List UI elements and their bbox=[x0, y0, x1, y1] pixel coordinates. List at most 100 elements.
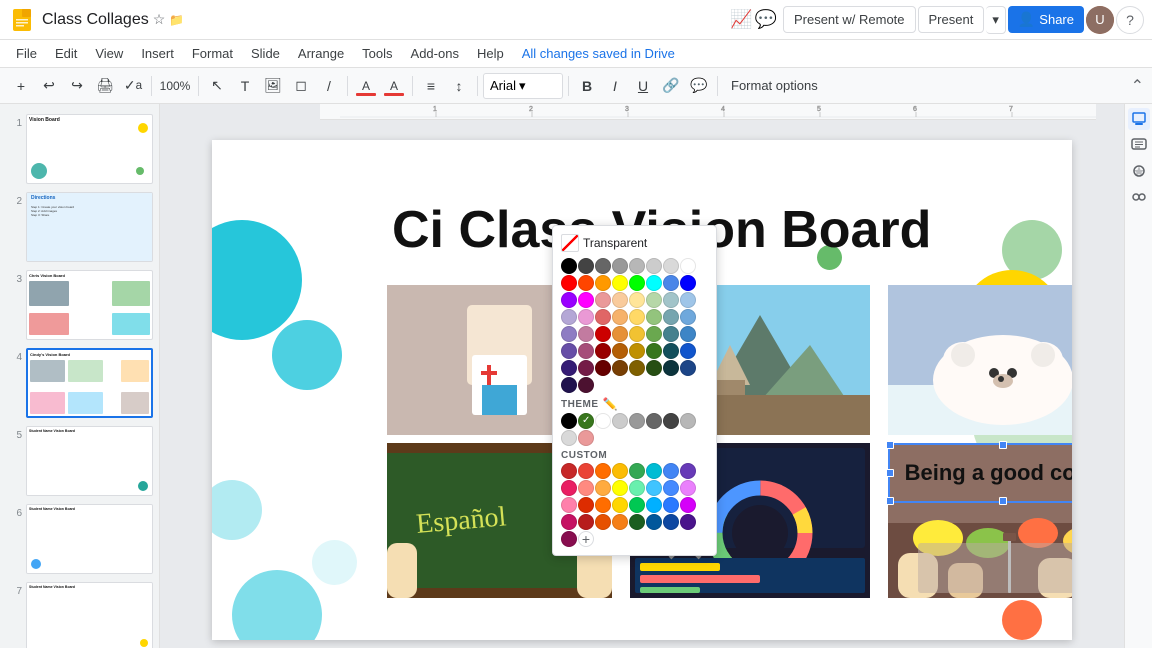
custom-color-19[interactable] bbox=[629, 497, 645, 513]
custom-color-extra[interactable] bbox=[561, 463, 577, 479]
menu-insert[interactable]: Insert bbox=[133, 44, 182, 63]
tb-linespacing-button[interactable]: ↕ bbox=[446, 73, 472, 99]
std-color-45[interactable] bbox=[646, 343, 662, 359]
menu-format[interactable]: Format bbox=[184, 44, 241, 63]
theme-color-5[interactable] bbox=[646, 413, 662, 429]
tb-print-button[interactable]: 🖨 bbox=[92, 73, 118, 99]
custom-color-3[interactable] bbox=[629, 463, 645, 479]
slide-preview-6[interactable]: Student Name Vision Board bbox=[26, 504, 153, 574]
std-color-13[interactable] bbox=[646, 275, 662, 291]
slide-thumb-1[interactable]: 1 Vision Board bbox=[4, 112, 155, 186]
tb-bold-button[interactable]: B bbox=[574, 73, 600, 99]
custom-color-28[interactable] bbox=[646, 514, 662, 530]
slide-thumb-2[interactable]: 2 Directions Step 1: Create your vision … bbox=[4, 190, 155, 264]
custom-color-30[interactable] bbox=[680, 514, 696, 530]
rp-theme-icon[interactable] bbox=[1128, 160, 1150, 182]
comment-icon[interactable]: 💬 bbox=[755, 9, 777, 30]
custom-color-25[interactable] bbox=[595, 514, 611, 530]
theme-edit-icon[interactable]: ✏️ bbox=[603, 397, 618, 411]
share-button[interactable]: 👤 Share bbox=[1008, 6, 1084, 33]
std-color-53[interactable] bbox=[646, 360, 662, 376]
custom-color-14[interactable] bbox=[680, 480, 696, 496]
std-color-2[interactable] bbox=[595, 258, 611, 274]
img-placeholder-3[interactable] bbox=[888, 285, 1072, 435]
std-color-55[interactable] bbox=[680, 360, 696, 376]
custom-color-17[interactable] bbox=[595, 497, 611, 513]
tb-spellcheck-button[interactable]: ✓a bbox=[120, 73, 146, 99]
slide-preview-1[interactable]: Vision Board bbox=[26, 114, 153, 184]
custom-color-2[interactable] bbox=[612, 463, 628, 479]
std-color-49[interactable] bbox=[578, 360, 594, 376]
custom-color-8[interactable] bbox=[578, 480, 594, 496]
std-color-12[interactable] bbox=[629, 275, 645, 291]
custom-color-15[interactable] bbox=[561, 497, 577, 513]
menu-arrange[interactable]: Arrange bbox=[290, 44, 352, 63]
std-color-26[interactable] bbox=[595, 309, 611, 325]
theme-colors-grid[interactable]: ✓ bbox=[561, 413, 708, 446]
tb-undo-button[interactable]: ↩ bbox=[36, 73, 62, 99]
std-color-50[interactable] bbox=[595, 360, 611, 376]
tb-expand-icon[interactable]: ⌃ bbox=[1131, 76, 1144, 96]
custom-color-5[interactable] bbox=[663, 463, 679, 479]
custom-color-12[interactable] bbox=[646, 480, 662, 496]
std-color-35[interactable] bbox=[612, 326, 628, 342]
custom-color-10[interactable] bbox=[612, 480, 628, 496]
std-color-0[interactable] bbox=[561, 258, 577, 274]
theme-color-8[interactable] bbox=[561, 430, 577, 446]
add-custom-color-button[interactable]: + bbox=[578, 531, 594, 547]
std-color-46[interactable] bbox=[663, 343, 679, 359]
std-color-25[interactable] bbox=[578, 309, 594, 325]
std-color-56[interactable] bbox=[561, 377, 577, 393]
std-color-11[interactable] bbox=[612, 275, 628, 291]
std-color-6[interactable] bbox=[663, 258, 679, 274]
custom-color-21[interactable] bbox=[663, 497, 679, 513]
tb-italic-button[interactable]: I bbox=[602, 73, 628, 99]
tb-cursor-button[interactable]: ↖ bbox=[204, 73, 230, 99]
menu-view[interactable]: View bbox=[87, 44, 131, 63]
custom-color-0[interactable] bbox=[578, 463, 594, 479]
std-color-42[interactable] bbox=[595, 343, 611, 359]
slide-canvas[interactable]: Ci Class Vision Board bbox=[212, 140, 1072, 640]
std-color-1[interactable] bbox=[578, 258, 594, 274]
std-color-7[interactable] bbox=[680, 258, 696, 274]
std-color-29[interactable] bbox=[646, 309, 662, 325]
custom-color-7[interactable] bbox=[561, 480, 577, 496]
present-button[interactable]: Present bbox=[918, 6, 985, 33]
std-color-54[interactable] bbox=[663, 360, 679, 376]
std-color-18[interactable] bbox=[595, 292, 611, 308]
custom-color-1[interactable] bbox=[595, 463, 611, 479]
theme-color-2[interactable] bbox=[595, 413, 611, 429]
star-icon[interactable]: ☆ bbox=[153, 11, 166, 28]
custom-color-20[interactable] bbox=[646, 497, 662, 513]
custom-color-29[interactable] bbox=[663, 514, 679, 530]
tb-border-button[interactable]: ≡ bbox=[418, 73, 444, 99]
tb-textbox-button[interactable]: T bbox=[232, 73, 258, 99]
present-caret-button[interactable]: ▾ bbox=[986, 6, 1006, 34]
slide-thumb-7[interactable]: 7 Student Name Vision Board bbox=[4, 580, 155, 648]
activity-icon[interactable]: 📈 bbox=[730, 9, 752, 30]
text-box-content[interactable]: Being a good cook bbox=[901, 456, 1072, 490]
theme-color-9[interactable] bbox=[578, 430, 594, 446]
slide-thumb-5[interactable]: 5 Student Name Vision Board bbox=[4, 424, 155, 498]
std-color-15[interactable] bbox=[680, 275, 696, 291]
std-color-47[interactable] bbox=[680, 343, 696, 359]
custom-color-4[interactable] bbox=[646, 463, 662, 479]
custom-color-9[interactable] bbox=[595, 480, 611, 496]
tb-font-selector[interactable]: Arial ▾ bbox=[483, 73, 563, 99]
move-icon[interactable]: 📁 bbox=[169, 13, 184, 27]
std-color-17[interactable] bbox=[578, 292, 594, 308]
slide-thumb-3[interactable]: 3 Chris Vision Board bbox=[4, 268, 155, 342]
slide-thumb-6[interactable]: 6 Student Name Vision Board bbox=[4, 502, 155, 576]
slide-thumb-4[interactable]: 4 Cindy's Vision Board bbox=[4, 346, 155, 420]
std-color-41[interactable] bbox=[578, 343, 594, 359]
custom-color-16[interactable] bbox=[578, 497, 594, 513]
std-color-22[interactable] bbox=[663, 292, 679, 308]
custom-color-6[interactable] bbox=[680, 463, 696, 479]
slide-preview-5[interactable]: Student Name Vision Board bbox=[26, 426, 153, 496]
std-color-20[interactable] bbox=[629, 292, 645, 308]
std-color-4[interactable] bbox=[629, 258, 645, 274]
std-color-5[interactable] bbox=[646, 258, 662, 274]
std-color-21[interactable] bbox=[646, 292, 662, 308]
custom-color-24[interactable] bbox=[578, 514, 594, 530]
tb-comment-button[interactable]: 💬 bbox=[686, 73, 712, 99]
